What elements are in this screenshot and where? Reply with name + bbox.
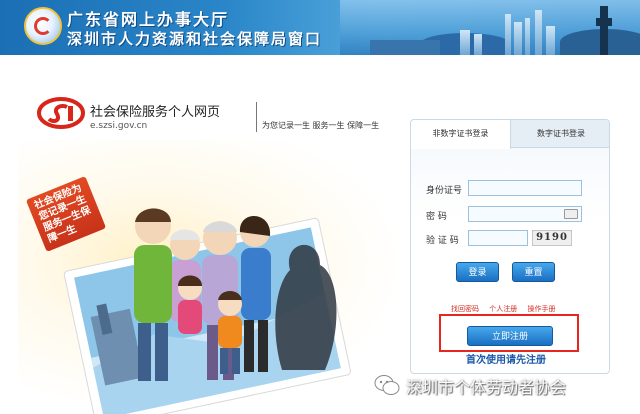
user-manual-link[interactable]: 操作手册: [527, 305, 555, 313]
personal-register-link[interactable]: 个人注册: [489, 305, 517, 313]
banner-building: [535, 10, 542, 55]
banner-building: [460, 30, 470, 55]
site-name: 社会保险服务个人网页: [90, 105, 221, 120]
id-number-label: 身份证号: [426, 186, 463, 196]
tab-password-login[interactable]: 非数字证书登录: [411, 120, 511, 149]
site-url: e.szsi.gov.cn: [90, 121, 148, 131]
watermark: 深圳市个体劳动者协会: [374, 372, 636, 398]
id-number-input[interactable]: [468, 180, 582, 196]
banner-building: [546, 26, 555, 55]
keyboard-icon[interactable]: [564, 209, 578, 219]
logo-divider: [256, 102, 257, 132]
tab-certificate-login[interactable]: 数字证书登录: [511, 120, 609, 148]
password-label: 密 码: [426, 212, 447, 222]
wechat-icon: [374, 375, 400, 395]
banner-statue: [600, 6, 608, 55]
login-panel: 非数字证书登录 数字证书登录 身份证号 密 码 验 证 码 9190 登录 重置…: [410, 119, 610, 374]
guangdong-emblem-icon: [24, 7, 62, 45]
captcha-input[interactable]: [468, 230, 528, 246]
site-slogan: 为您记录一生 服务一生 保障一生: [262, 121, 380, 130]
banner-bridge: [370, 40, 440, 55]
login-button[interactable]: 登录: [456, 262, 499, 282]
banner-building: [474, 34, 482, 55]
login-tabs: 非数字证书登录 数字证书登录: [411, 120, 609, 149]
register-hint: 首次使用请先注册: [466, 355, 546, 366]
header-banner: 广东省网上办事大厅 深圳市人力资源和社会保障局窗口: [0, 0, 640, 55]
banner-building: [505, 14, 511, 55]
watermark-text: 深圳市个体劳动者协会: [406, 378, 567, 397]
captcha-image[interactable]: 9190: [532, 230, 572, 246]
banner-building: [525, 18, 530, 55]
banner-subtitle: 深圳市人力资源和社会保障局窗口: [67, 30, 323, 48]
password-input[interactable]: [468, 206, 582, 222]
banner-statue: [596, 18, 612, 26]
captcha-label: 验 证 码: [426, 236, 459, 246]
banner-title: 广东省网上办事大厅: [67, 10, 230, 29]
reset-button[interactable]: 重置: [512, 262, 555, 282]
login-links: 找回密码 个人注册 操作手册: [451, 304, 563, 314]
register-now-button[interactable]: 立即注册: [467, 326, 553, 346]
forgot-password-link[interactable]: 找回密码: [451, 305, 479, 313]
banner-building: [514, 22, 522, 55]
si-logo-icon: [37, 97, 85, 129]
page: 广东省网上办事大厅 深圳市人力资源和社会保障局窗口 社会保险服务个人网页 e.s…: [0, 0, 640, 414]
